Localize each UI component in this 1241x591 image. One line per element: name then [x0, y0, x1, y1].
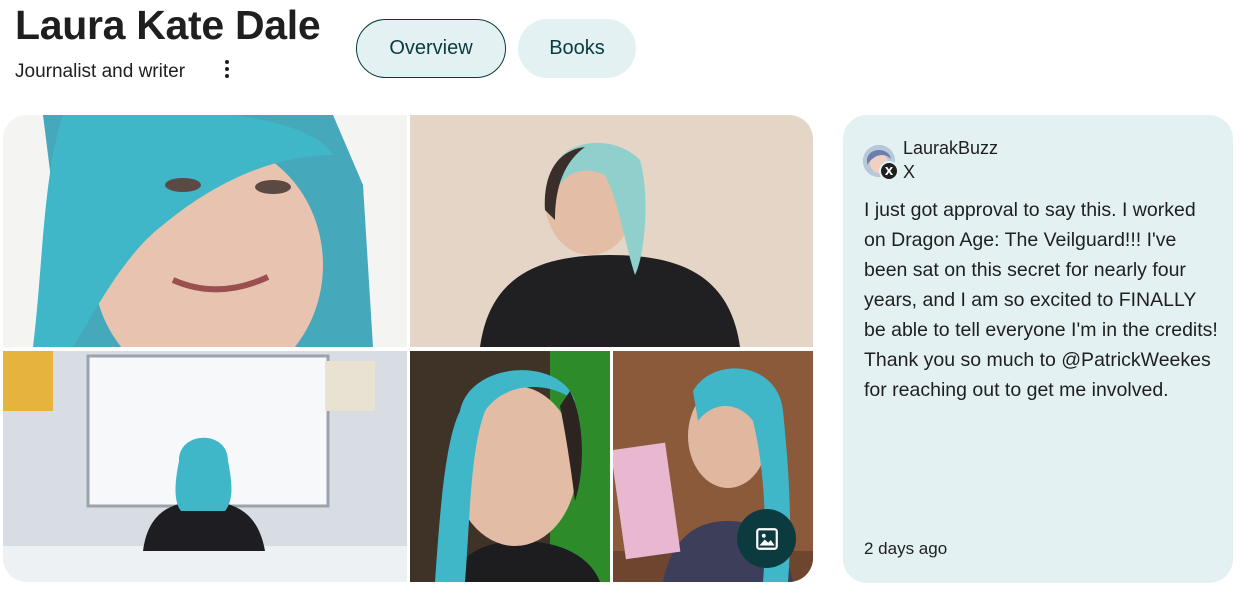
page-subtitle: Journalist and writer — [15, 61, 186, 82]
gallery-image[interactable] — [410, 351, 610, 582]
gallery-image[interactable] — [3, 351, 407, 582]
tab-overview[interactable]: Overview — [356, 19, 506, 78]
x-logo-icon: X — [879, 161, 899, 181]
post-text: I just got approval to say this. I worke… — [864, 199, 1218, 401]
more-vert-icon[interactable] — [216, 56, 238, 82]
gallery-image[interactable] — [3, 115, 407, 347]
image-gallery — [3, 115, 813, 582]
gallery-image[interactable] — [410, 115, 813, 347]
social-post-card[interactable]: X LaurakBuzz X I just got approval to sa… — [843, 115, 1233, 583]
page-title: Laura Kate Dale — [15, 2, 321, 48]
image-icon[interactable] — [737, 509, 796, 568]
tab-books[interactable]: Books — [518, 19, 636, 78]
post-author-handle[interactable]: LaurakBuzz — [903, 137, 998, 159]
post-timestamp: 2 days ago — [864, 539, 948, 558]
post-platform: X — [903, 162, 916, 182]
